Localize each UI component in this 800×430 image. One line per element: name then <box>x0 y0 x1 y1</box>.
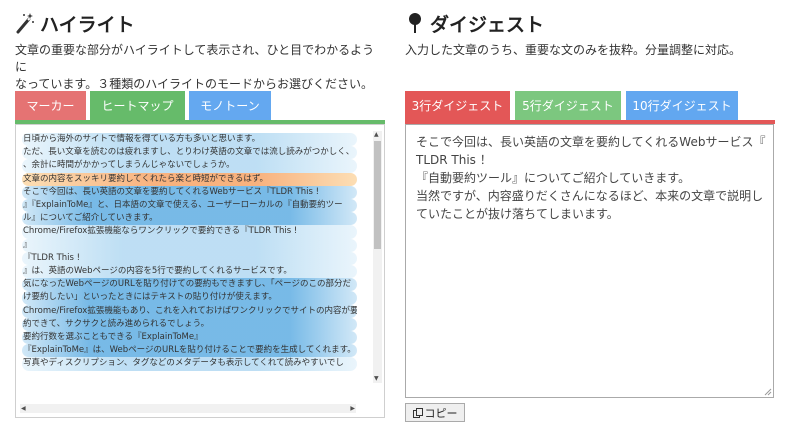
copy-button[interactable]: コピー <box>405 403 465 422</box>
heatmap-line: 写真やディスクリプション、タグなどのメタデータも表示してくれて読みやすいでし <box>22 357 357 371</box>
digest-line: ていたことが抜け落ちてしまいます。 <box>416 207 619 221</box>
heatmap-line: 要約行数を選ぶこともできる『ExplainToMe』 <box>22 331 357 345</box>
highlight-title-text: ハイライト <box>40 13 135 36</box>
heatmap-text[interactable]: 日頃から海外のサイトで情報を得ている方も多いと思います。 ただ、長い文章を読むのは… <box>22 133 357 371</box>
resize-handle-icon[interactable] <box>764 388 772 396</box>
scroll-down-arrow[interactable]: ▼ <box>374 375 379 383</box>
tab-3-line-digest[interactable]: 3行ダイジェスト <box>405 91 510 120</box>
heatmap-line: 文章の内容をスッキリ要約してくれたら楽と時短ができるはず。 <box>22 172 357 186</box>
vertical-scrollbar[interactable]: ▲ ▼ <box>373 131 382 383</box>
heatmap-line: 気になったWebページのURLを貼り付けての要約もできますし、「ページのこの部分… <box>22 278 357 292</box>
heatmap-line: け要約したい」といったときにはテキストの貼り付けが使えます。 <box>22 291 357 305</box>
heatmap-line: 『TLDR This ! <box>22 251 357 266</box>
scroll-up-arrow[interactable]: ▲ <box>374 131 379 139</box>
tab-10-line-digest[interactable]: 10行ダイジェスト <box>626 91 738 120</box>
heatmap-line: 』は、英語のWebページの内容を5行で要約してくれるサービスです。 <box>22 265 357 279</box>
tab-marker[interactable]: マーカー <box>15 91 86 120</box>
heatmap-line: 』 <box>22 238 357 252</box>
heatmap-panel: 日頃から海外のサイトで情報を得ている方も多いと思います。 ただ、長い文章を読むのは… <box>15 124 385 418</box>
scrollbar-thumb[interactable] <box>374 141 381 249</box>
heatmap-line: 』『ExplainToMe』と、日本語の文章で使える、ユーザーローカルの『自動要… <box>22 199 357 213</box>
highlight-description-line: 文章の重要な部分がハイライトして表示され、ひと目でわかるように <box>15 43 375 74</box>
digest-title: ダイジェスト <box>405 8 544 38</box>
digest-description: 入力した文章のうち、重要な文のみを抜粋。分量調整に対応。 <box>405 43 742 57</box>
highlight-title: ハイライト <box>15 8 135 38</box>
tab-monotone[interactable]: モノトーン <box>189 91 271 120</box>
horizontal-scrollbar[interactable]: ◀ ▶ <box>20 404 356 413</box>
digest-output-text: そこで今回は、長い英語の文章を要約してくれるWebサービス『 TLDR This… <box>416 133 766 223</box>
digest-line: 『自動要約ツール』についてご紹介していきます。 <box>416 171 691 185</box>
tab-heatmap-label: ヒートマップ <box>101 99 174 113</box>
copy-icon <box>412 407 423 418</box>
heatmap-line: 日頃から海外のサイトで情報を得ている方も多いと思います。 <box>22 133 357 147</box>
tab-3-line-label: 3行ダイジェスト <box>411 99 504 113</box>
heatmap-line: 、余計に時間がかかってしまうんじゃないでしょうか。 <box>22 159 357 173</box>
magic-wand-icon <box>15 11 35 35</box>
digest-title-text: ダイジェスト <box>430 13 545 36</box>
heatmap-line: ル』についてご紹介していきます。 <box>22 212 357 226</box>
heatmap-line: そこで今回は、長い英語の文章を要約してくれるWebサービス『TLDR This … <box>22 185 357 200</box>
tab-monotone-label: モノトーン <box>200 99 260 113</box>
digest-line: そこで今回は、長い英語の文章を要約してくれるWebサービス『 <box>416 135 766 149</box>
tab-5-line-digest[interactable]: 5行ダイジェスト <box>515 91 621 120</box>
digest-line: 当然ですが、内容盛りだくさんになるほど、本来の文章で説明し <box>416 189 764 203</box>
scroll-right-arrow[interactable]: ▶ <box>350 405 355 413</box>
tab-heatmap[interactable]: ヒートマップ <box>90 91 185 120</box>
digest-line: TLDR This ！ <box>416 153 492 167</box>
heatmap-line: ただ、長い文章を読むのは疲れますし、とりわけ英語の文章では流し読みがつかしく、 <box>22 146 357 160</box>
digest-output-textarea[interactable]: そこで今回は、長い英語の文章を要約してくれるWebサービス『 TLDR This… <box>405 124 774 398</box>
heatmap-line: Chrome/Firefox拡張機能ならワンクリックで要約できる『TLDR Th… <box>22 225 357 239</box>
heatmap-line: 約できて、サクサクと読み進められるでしょう。 <box>22 317 357 332</box>
heatmap-line: 『ExplainToMe』は、WebページのURLを貼り付けることで要約を生成し… <box>22 344 357 358</box>
heatmap-line: Chrome/Firefox拡張機能もあり、これを入れておけばワンクリックでサイ… <box>22 304 357 318</box>
scroll-left-arrow[interactable]: ◀ <box>21 405 26 413</box>
map-pin-icon <box>405 11 425 35</box>
tab-marker-label: マーカー <box>26 99 75 113</box>
copy-button-label: コピー <box>424 406 458 420</box>
tab-10-line-label: 10行ダイジェスト <box>632 99 732 113</box>
highlight-description: 文章の重要な部分がハイライトして表示され、ひと目でわかるように なっています。３… <box>15 42 385 93</box>
tab-5-line-label: 5行ダイジェスト <box>522 99 614 113</box>
